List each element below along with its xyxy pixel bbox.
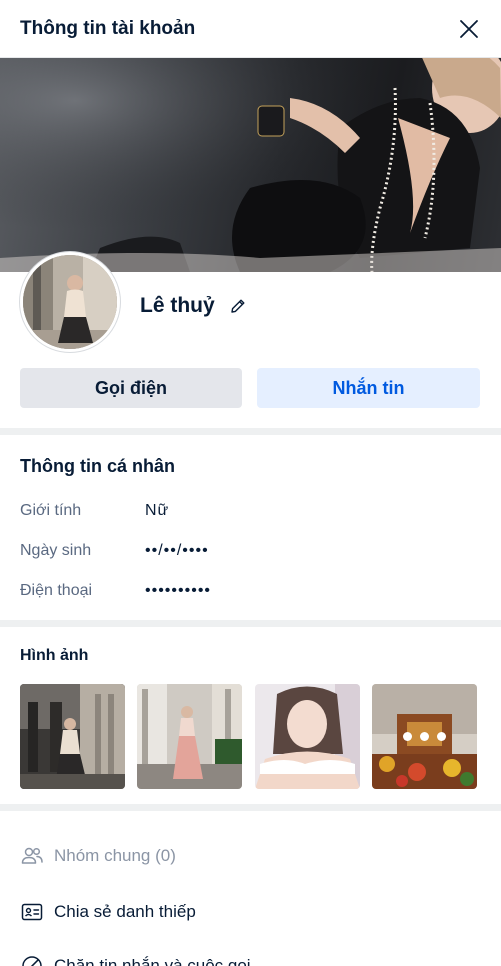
birthday-label: Ngày sinh xyxy=(20,542,92,559)
cover-photo-image xyxy=(0,58,501,272)
avatar[interactable] xyxy=(20,252,120,352)
photo-thumbnail-more[interactable] xyxy=(372,684,477,789)
gender-value: Nữ xyxy=(145,502,170,519)
phone-value: •••••••••• xyxy=(145,582,212,599)
photo-thumbnail[interactable] xyxy=(137,684,242,789)
section-divider xyxy=(0,620,501,627)
block-icon xyxy=(20,954,44,966)
dialog-header: Thông tin tài khoản xyxy=(0,0,501,58)
contact-card-icon xyxy=(20,900,44,924)
personal-info-title: Thông tin cá nhân xyxy=(20,456,175,476)
dialog-title: Thông tin tài khoản xyxy=(20,17,196,39)
share-contact-card-label: Chia sẻ danh thiếp xyxy=(54,902,196,921)
profile-name: Lê thuỷ xyxy=(140,294,215,317)
call-button[interactable]: Gọi điện xyxy=(20,368,242,408)
common-groups-item[interactable]: Nhóm chung (0) xyxy=(20,844,176,868)
gender-label: Giới tính xyxy=(20,502,82,519)
section-divider xyxy=(0,428,501,435)
profile-name-row: Lê thuỷ xyxy=(140,294,247,318)
phone-label: Điện thoại xyxy=(20,582,93,599)
photo-image xyxy=(20,684,125,789)
share-contact-card-item[interactable]: Chia sẻ danh thiếp xyxy=(20,900,196,924)
avatar-image xyxy=(23,255,117,349)
close-button[interactable] xyxy=(457,17,481,41)
birthday-value: ••/••/•••• xyxy=(145,542,209,559)
group-icon xyxy=(20,844,44,868)
common-groups-label: Nhóm chung (0) xyxy=(54,846,176,865)
photo-image xyxy=(255,684,360,789)
section-divider xyxy=(0,804,501,811)
photo-thumbnail[interactable] xyxy=(255,684,360,789)
cover-photo[interactable] xyxy=(0,58,501,272)
close-icon xyxy=(460,19,478,38)
block-messages-calls-label: Chặn tin nhắn và cuộc gọi xyxy=(54,956,251,966)
photos-title: Hình ảnh xyxy=(20,647,89,664)
message-button[interactable]: Nhắn tin xyxy=(257,368,480,408)
block-messages-calls-item[interactable]: Chặn tin nhắn và cuộc gọi xyxy=(20,954,251,966)
more-dots-icon xyxy=(372,684,477,789)
photo-thumbnail[interactable] xyxy=(20,684,125,789)
photo-image xyxy=(137,684,242,789)
pencil-icon[interactable] xyxy=(229,297,247,315)
